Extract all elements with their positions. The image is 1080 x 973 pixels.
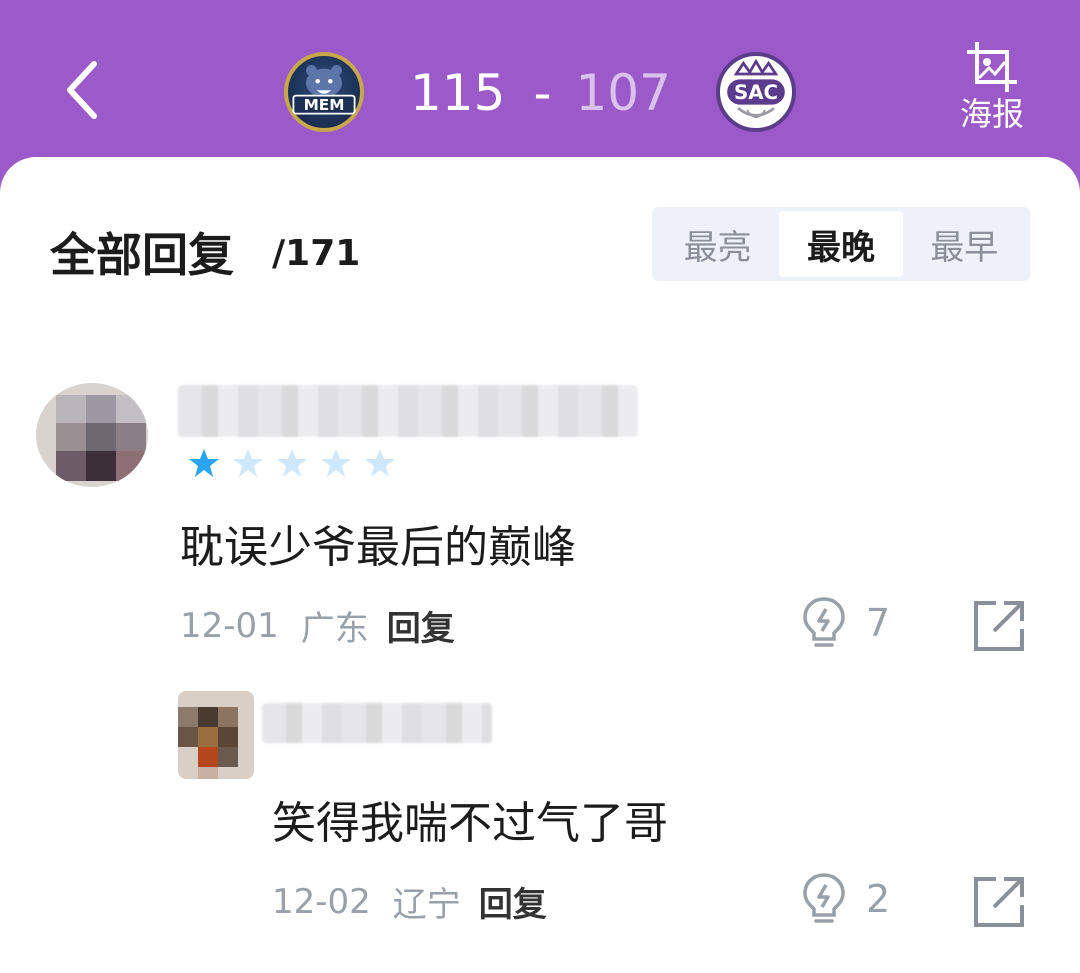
lightbulb-icon [803, 597, 845, 647]
share-external-icon [974, 877, 1024, 927]
share-external-icon [974, 601, 1024, 651]
share-button[interactable] [972, 599, 1026, 653]
username-redacted[interactable] [262, 703, 492, 743]
replies-count: /171 [272, 233, 361, 274]
comment-text: 笑得我喘不过气了哥 [272, 798, 668, 849]
comment-text: 耽误少爷最后的巅峰 [180, 522, 576, 573]
reply-button[interactable]: 回复 [479, 877, 547, 926]
sort-tab-latest[interactable]: 最晚 [779, 211, 903, 277]
score-separator: - [533, 64, 552, 122]
image-crop-icon [967, 42, 1017, 92]
share-button[interactable] [972, 875, 1026, 929]
poster-button[interactable]: 海报 [952, 40, 1032, 140]
like-button[interactable]: 7 [800, 595, 890, 651]
star-empty-icon [321, 449, 351, 477]
username-redacted[interactable] [178, 385, 638, 437]
lightbulb-icon [803, 873, 845, 923]
mem-team-logo[interactable]: MEM [284, 52, 364, 132]
home-score: 115 [410, 64, 506, 122]
avatar[interactable] [36, 383, 148, 487]
sort-tab-brightest[interactable]: 最亮 [656, 211, 779, 277]
like-count: 2 [866, 877, 891, 921]
star-empty-icon [365, 449, 395, 477]
game-header: MEM 115 - 107 SAC 海报 [0, 0, 1080, 175]
sac-team-logo[interactable]: SAC [716, 52, 796, 132]
comment-location: 辽宁 [392, 885, 461, 925]
sort-switcher: 最亮 最晚 最早 [652, 207, 1030, 281]
away-score: 107 [575, 64, 671, 122]
replies-panel: 全部回复 /171 最亮 最晚 最早 耽误少爷最后的巅峰 12-01 广东 回复… [0, 157, 1080, 973]
comment-meta: 12-01 广东 回复 [180, 601, 455, 650]
score-display: 115 - 107 [410, 58, 680, 128]
sac-logo-text: SAC [734, 81, 778, 104]
sort-tab-earliest[interactable]: 最早 [903, 211, 1026, 277]
like-count: 7 [866, 601, 891, 645]
comment-date: 12-02 [272, 881, 371, 922]
poster-label: 海报 [959, 95, 1024, 133]
reply-button[interactable]: 回复 [387, 601, 455, 650]
chevron-left-icon [67, 61, 97, 119]
back-button[interactable] [58, 58, 114, 122]
star-filled-icon [189, 449, 219, 477]
rating-stars [188, 447, 396, 479]
comment-location: 广东 [300, 609, 369, 649]
replies-title: 全部回复 [50, 228, 234, 282]
star-empty-icon [277, 449, 307, 477]
avatar[interactable] [178, 691, 254, 779]
comment-meta: 12-02 辽宁 回复 [272, 877, 547, 926]
like-button[interactable]: 2 [800, 871, 890, 927]
star-empty-icon [233, 449, 263, 477]
mem-logo-text: MEM [304, 96, 345, 114]
comment-date: 12-01 [180, 605, 279, 646]
